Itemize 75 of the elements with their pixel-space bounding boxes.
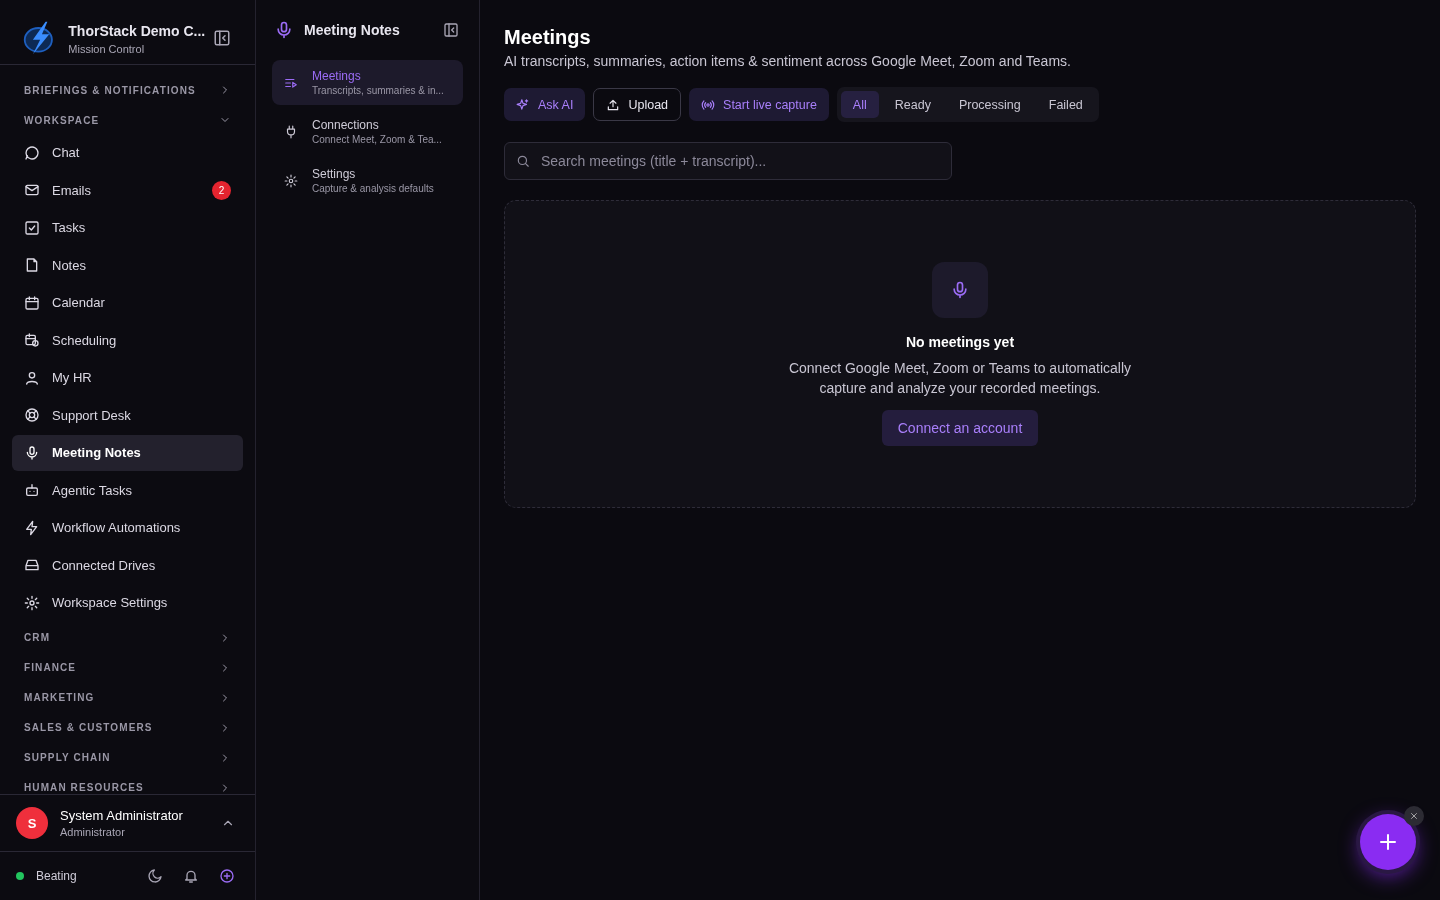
section-header[interactable]: CRM bbox=[12, 622, 243, 653]
moon-icon bbox=[147, 868, 163, 884]
note-icon bbox=[24, 257, 40, 274]
sidebar-item[interactable]: Support Desk bbox=[12, 397, 243, 433]
sidebar-item[interactable]: Calendar bbox=[12, 285, 243, 321]
action-button[interactable]: Ask AI bbox=[504, 88, 586, 121]
section-header[interactable]: SALES & CUSTOMERS bbox=[12, 712, 243, 743]
panel-title: Meeting Notes bbox=[304, 22, 401, 38]
page-subtitle: AI transcripts, summaries, action items & sentiment across Google Meet, Zoom and Teams. bbox=[504, 53, 1072, 69]
sidebar-item[interactable]: Emails 2 bbox=[12, 172, 243, 208]
filter-tab[interactable]: Ready bbox=[882, 91, 943, 118]
filter-tab[interactable]: Processing bbox=[946, 91, 1033, 118]
empty-state-text: Connect Google Meet, Zoom or Teams to automatically capture and analyze your recorded meetings. bbox=[787, 359, 1133, 398]
mic-icon bbox=[274, 20, 294, 40]
action-button[interactable]: Upload bbox=[593, 88, 682, 121]
sidebar-item[interactable]: My HR bbox=[12, 360, 243, 396]
subnav-label: Meetings bbox=[312, 69, 362, 83]
subnav-label: Connections bbox=[312, 118, 380, 132]
user-avatar: S bbox=[16, 807, 48, 839]
collapse-icon bbox=[443, 22, 459, 38]
action-button[interactable]: Start live capture bbox=[689, 88, 829, 121]
status-label: Beating bbox=[36, 869, 78, 883]
section-header[interactable]: HUMAN RESOURCES bbox=[12, 772, 243, 794]
sidebar-item[interactable]: Tasks bbox=[12, 210, 243, 246]
organization-subtitle: Mission Control bbox=[68, 42, 146, 55]
organization-name: ThorStack Demo C... bbox=[68, 21, 206, 40]
check-icon bbox=[24, 219, 40, 236]
sidebar-item[interactable]: Notes bbox=[12, 247, 243, 283]
sidebar-item[interactable]: Meeting Notes bbox=[12, 435, 243, 471]
filter-tab[interactable]: Failed bbox=[1036, 91, 1095, 118]
close-icon bbox=[1409, 811, 1419, 821]
sidebar-item[interactable]: Workspace Settings bbox=[12, 585, 243, 621]
sidebar-item[interactable]: Workflow Automations bbox=[12, 510, 243, 546]
plug-icon bbox=[284, 124, 298, 139]
filter-tab[interactable]: All bbox=[840, 91, 879, 118]
sidebar-item[interactable]: Chat bbox=[12, 135, 243, 171]
subnav-description: Connect Meet, Zoom & Tea... bbox=[312, 134, 442, 145]
connect-account-button[interactable]: Connect an account bbox=[881, 410, 1039, 446]
sidebar-item[interactable]: Scheduling bbox=[12, 322, 243, 358]
bolt-icon bbox=[24, 519, 40, 536]
mic-icon bbox=[950, 280, 970, 300]
section-header[interactable]: FINANCE bbox=[12, 652, 243, 683]
user-role: Administrator bbox=[60, 826, 126, 838]
chat-icon bbox=[24, 144, 40, 161]
sparkle-icon bbox=[516, 97, 530, 112]
collapse-icon bbox=[213, 29, 231, 47]
empty-state-title: No meetings yet bbox=[905, 334, 1015, 350]
subnav-item[interactable]: Meetings Transcripts, summaries & in... bbox=[272, 60, 463, 105]
add-fab-button[interactable] bbox=[1360, 814, 1416, 870]
subnav-item[interactable]: Settings Capture & analysis defaults bbox=[272, 158, 463, 203]
section-header[interactable]: MARKETING bbox=[12, 682, 243, 713]
bell-icon bbox=[183, 868, 199, 884]
section-header[interactable]: WORKSPACE bbox=[12, 105, 243, 135]
page-title: Meetings bbox=[504, 26, 592, 49]
sidebar-item[interactable]: Connected Drives bbox=[12, 547, 243, 583]
user-icon bbox=[24, 369, 40, 386]
bot-icon bbox=[24, 482, 40, 499]
search-field[interactable]: Search meetings (title + transcript)... bbox=[504, 142, 952, 180]
close-button[interactable] bbox=[1404, 806, 1424, 826]
count-badge: 2 bbox=[212, 180, 231, 200]
sched-icon bbox=[24, 332, 40, 349]
subnav-label: Settings bbox=[312, 167, 357, 181]
cal-icon bbox=[24, 294, 40, 311]
section-header[interactable]: SUPPLY CHAIN bbox=[12, 742, 243, 773]
upload-icon bbox=[606, 97, 621, 112]
section-header[interactable]: BRIEFINGS & NOTIFICATIONS bbox=[12, 75, 243, 105]
subnav-item[interactable]: Connections Connect Meet, Zoom & Tea... bbox=[272, 109, 463, 154]
user-name: System Administrator bbox=[60, 808, 184, 823]
broadcast-icon bbox=[701, 97, 716, 112]
mic-icon bbox=[24, 444, 40, 461]
plus-circle-icon bbox=[219, 868, 235, 884]
subnav-description: Transcripts, summaries & in... bbox=[312, 85, 444, 96]
support-icon bbox=[24, 407, 40, 424]
subnav-description: Capture & analysis defaults bbox=[312, 183, 434, 194]
sidebar-item[interactable]: Agentic Tasks bbox=[12, 472, 243, 508]
